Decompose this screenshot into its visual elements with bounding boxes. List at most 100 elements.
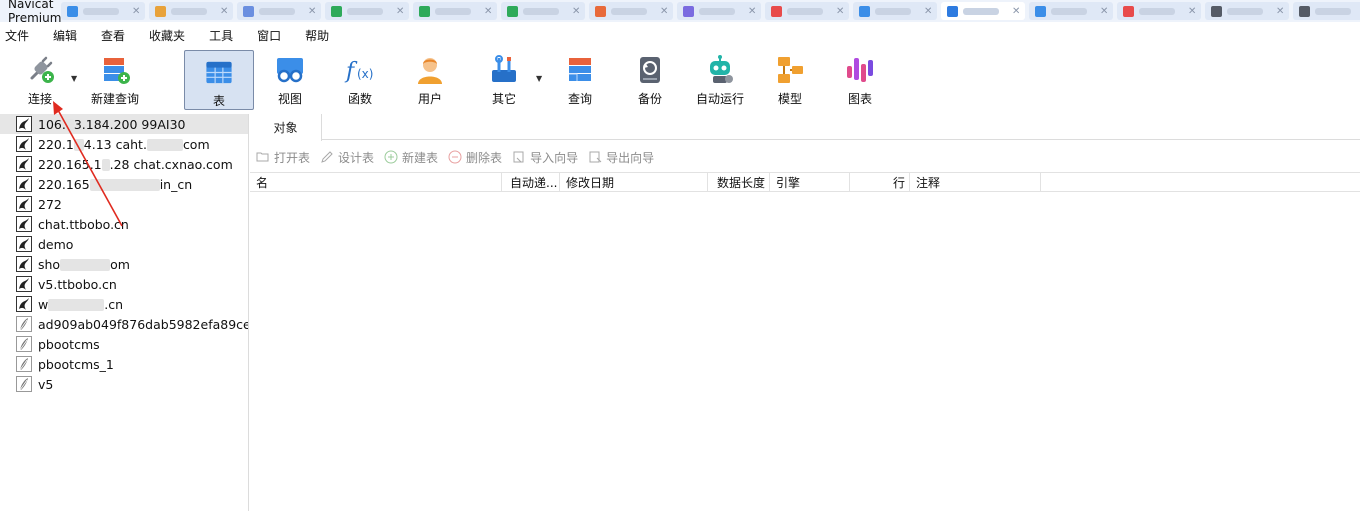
design-table-button[interactable]: 设计表 <box>320 149 374 166</box>
browser-tab[interactable]: ✕ <box>765 2 850 20</box>
column-name[interactable]: 名 <box>250 173 502 192</box>
backup-button[interactable]: 备份 <box>624 48 676 110</box>
browser-tab[interactable]: ✕ <box>325 2 410 20</box>
tab-favicon-icon <box>1123 5 1135 17</box>
browser-tab[interactable]: ✕ <box>237 2 322 20</box>
connect-button[interactable]: 连接 <box>12 48 68 110</box>
connection-item[interactable]: 220.165 in_cn <box>0 174 248 194</box>
browser-tab[interactable]: ✕ <box>1293 2 1360 20</box>
close-icon[interactable]: ✕ <box>1188 6 1196 17</box>
connection-item[interactable]: v5 <box>0 374 248 394</box>
connection-item[interactable]: 272 <box>0 194 248 214</box>
minus-circle-icon <box>448 150 462 164</box>
browser-tab[interactable]: ✕ <box>61 2 146 20</box>
function-button[interactable]: f (x) 函数 <box>334 48 386 110</box>
close-icon[interactable]: ✕ <box>572 6 580 17</box>
tab-favicon-icon <box>771 5 783 17</box>
tab-favicon-icon <box>331 5 343 17</box>
view-button[interactable]: 视图 <box>264 48 316 110</box>
mysql-connection-icon <box>16 236 32 252</box>
new-table-button[interactable]: 新建表 <box>384 149 438 166</box>
tab-favicon-icon <box>1299 5 1311 17</box>
connection-item[interactable]: sho om <box>0 254 248 274</box>
close-icon[interactable]: ✕ <box>836 6 844 17</box>
connection-item[interactable]: w .cn <box>0 294 248 314</box>
close-icon[interactable]: ✕ <box>220 6 228 17</box>
other-button[interactable]: 其它 <box>478 48 530 110</box>
tab-title-redacted <box>787 7 824 15</box>
connection-item[interactable]: 220.1 4.13 caht. com <box>0 134 248 154</box>
table-button[interactable]: 表 <box>184 50 254 110</box>
menu-item[interactable]: 工具 <box>197 27 245 44</box>
open-table-button[interactable]: 打开表 <box>256 149 310 166</box>
query-button[interactable]: 查询 <box>554 48 606 110</box>
browser-tab[interactable]: ✕ <box>1205 2 1290 20</box>
close-icon[interactable]: ✕ <box>1100 6 1108 17</box>
tab-title-redacted <box>1139 7 1176 15</box>
object-tab-strip: 对象 <box>250 114 1360 141</box>
browser-tab[interactable]: ✕ <box>1029 2 1114 20</box>
column-engine[interactable]: 引擎 <box>770 173 850 192</box>
menu-item[interactable]: 窗口 <box>245 27 293 44</box>
connection-item[interactable]: demo <box>0 234 248 254</box>
menu-item[interactable]: 文件 <box>0 27 41 44</box>
menu-item[interactable]: 编辑 <box>41 27 89 44</box>
browser-tab[interactable]: ✕ <box>501 2 586 20</box>
column-modified-date[interactable]: 修改日期 <box>560 173 708 192</box>
close-icon[interactable]: ✕ <box>924 6 932 17</box>
export-wizard-button[interactable]: 导出向导 <box>588 149 654 166</box>
function-icon: f (x) <box>344 59 373 84</box>
menu-item[interactable]: 帮助 <box>293 27 341 44</box>
sqlite-connection-icon <box>16 356 32 372</box>
browser-tab[interactable]: ✕ <box>853 2 938 20</box>
tab-favicon-icon <box>683 5 695 17</box>
tab-title-redacted <box>699 7 736 15</box>
close-icon[interactable]: ✕ <box>484 6 492 17</box>
new-query-button[interactable]: 新建查询 <box>86 48 144 110</box>
close-icon[interactable]: ✕ <box>132 6 140 17</box>
other-dropdown-arrow-icon[interactable]: ▼ <box>536 74 542 83</box>
close-icon[interactable]: ✕ <box>748 6 756 17</box>
chart-icon <box>847 58 873 82</box>
menu-item[interactable]: 收藏夹 <box>137 27 197 44</box>
delete-table-button[interactable]: 删除表 <box>448 149 502 166</box>
connection-item[interactable]: 220.165.1.28 chat.cxnao.com <box>0 154 248 174</box>
close-icon[interactable]: ✕ <box>660 6 668 17</box>
user-button[interactable]: 用户 <box>404 48 456 110</box>
connection-item[interactable]: pbootcms <box>0 334 248 354</box>
close-icon[interactable]: ✕ <box>1012 6 1020 17</box>
connection-item[interactable]: ad909ab049f876dab5982efa89ce56b <box>0 314 248 334</box>
connection-label: pbootcms <box>38 336 100 352</box>
close-icon[interactable]: ✕ <box>1276 6 1284 17</box>
menu-item[interactable]: 查看 <box>89 27 137 44</box>
browser-tab[interactable]: ✕ <box>413 2 498 20</box>
connection-label: v5.ttbobo.cn <box>38 276 117 292</box>
tab-objects[interactable]: 对象 <box>250 114 322 141</box>
folder-open-icon <box>256 152 269 162</box>
connection-item[interactable]: 106. 3.184.200 99AI30 <box>0 114 248 134</box>
connection-item[interactable]: pbootcms_1 <box>0 354 248 374</box>
connection-item[interactable]: chat.ttbobo.cn <box>0 214 248 234</box>
column-comment[interactable]: 注释 <box>910 173 1041 192</box>
auto-run-button[interactable]: 自动运行 <box>692 48 748 110</box>
browser-tab[interactable]: ✕ <box>941 2 1026 20</box>
view-icon <box>277 58 303 83</box>
model-button[interactable]: 模型 <box>764 48 816 110</box>
browser-tab[interactable]: ✕ <box>149 2 234 20</box>
close-icon[interactable]: ✕ <box>396 6 404 17</box>
redacted-text <box>73 139 84 151</box>
connect-dropdown-arrow-icon[interactable]: ▼ <box>71 74 77 83</box>
mysql-connection-icon <box>16 196 32 212</box>
import-wizard-button[interactable]: 导入向导 <box>512 149 578 166</box>
close-icon[interactable]: ✕ <box>308 6 316 17</box>
column-data-length[interactable]: 数据长度 <box>708 173 770 192</box>
column-auto-increment[interactable]: 自动递... <box>502 173 560 192</box>
tab-favicon-icon <box>1211 5 1223 17</box>
connection-item[interactable]: v5.ttbobo.cn <box>0 274 248 294</box>
browser-tab[interactable]: ✕ <box>1117 2 1202 20</box>
connection-tree: 106. 3.184.200 99AI30 220.1 4.13 caht. com 22… <box>0 114 249 511</box>
browser-tab[interactable]: ✕ <box>677 2 762 20</box>
chart-button[interactable]: 图表 <box>834 48 886 110</box>
column-rows[interactable]: 行 <box>850 173 910 192</box>
browser-tab[interactable]: ✕ <box>589 2 674 20</box>
